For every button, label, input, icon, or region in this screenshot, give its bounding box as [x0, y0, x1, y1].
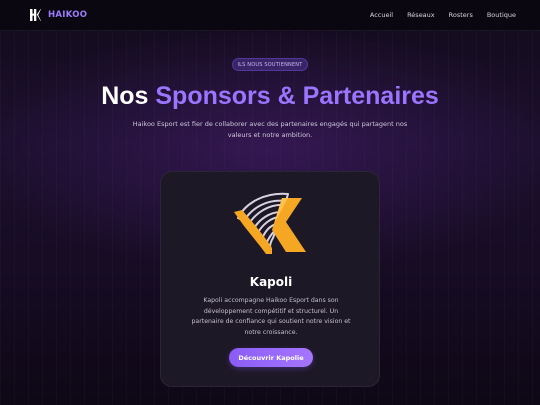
discover-sponsor-button[interactable]: Découvrir Kapolie	[229, 348, 313, 367]
nav-link-rosters[interactable]: Rosters	[449, 11, 473, 19]
kapoli-k-logo-icon	[234, 192, 306, 254]
page-title: Nos Sponsors & Partenaires	[0, 82, 540, 111]
page: HAIKOO Accueil Réseaux Rosters Boutique …	[0, 0, 540, 405]
sponsor-name: Kapoli	[249, 275, 293, 289]
brand-name: HAIKOO	[48, 10, 88, 20]
brand[interactable]: HAIKOO	[28, 8, 87, 22]
section-badge: ILS NOUS SOUTIENNENT	[232, 58, 308, 71]
hk-monogram-icon	[30, 9, 41, 21]
sponsor-card: Kapoli Kapoli accompagne Haikoo Esport d…	[160, 171, 380, 387]
sponsor-description: Kapoli accompagne Haikoo Esport dans son…	[191, 297, 351, 336]
nav-links: Accueil Réseaux Rosters Boutique	[370, 11, 516, 19]
nav-link-accueil[interactable]: Accueil	[370, 11, 393, 19]
nav-link-reseaux[interactable]: Réseaux	[407, 11, 435, 19]
title-part-1: Nos	[101, 82, 149, 110]
top-navbar: HAIKOO Accueil Réseaux Rosters Boutique	[0, 0, 540, 31]
nav-link-boutique[interactable]: Boutique	[487, 11, 516, 19]
intro-text: Haikoo Esport est fier de collaborer ave…	[132, 120, 408, 139]
title-part-2: Sponsors & Partenaires	[155, 82, 439, 110]
